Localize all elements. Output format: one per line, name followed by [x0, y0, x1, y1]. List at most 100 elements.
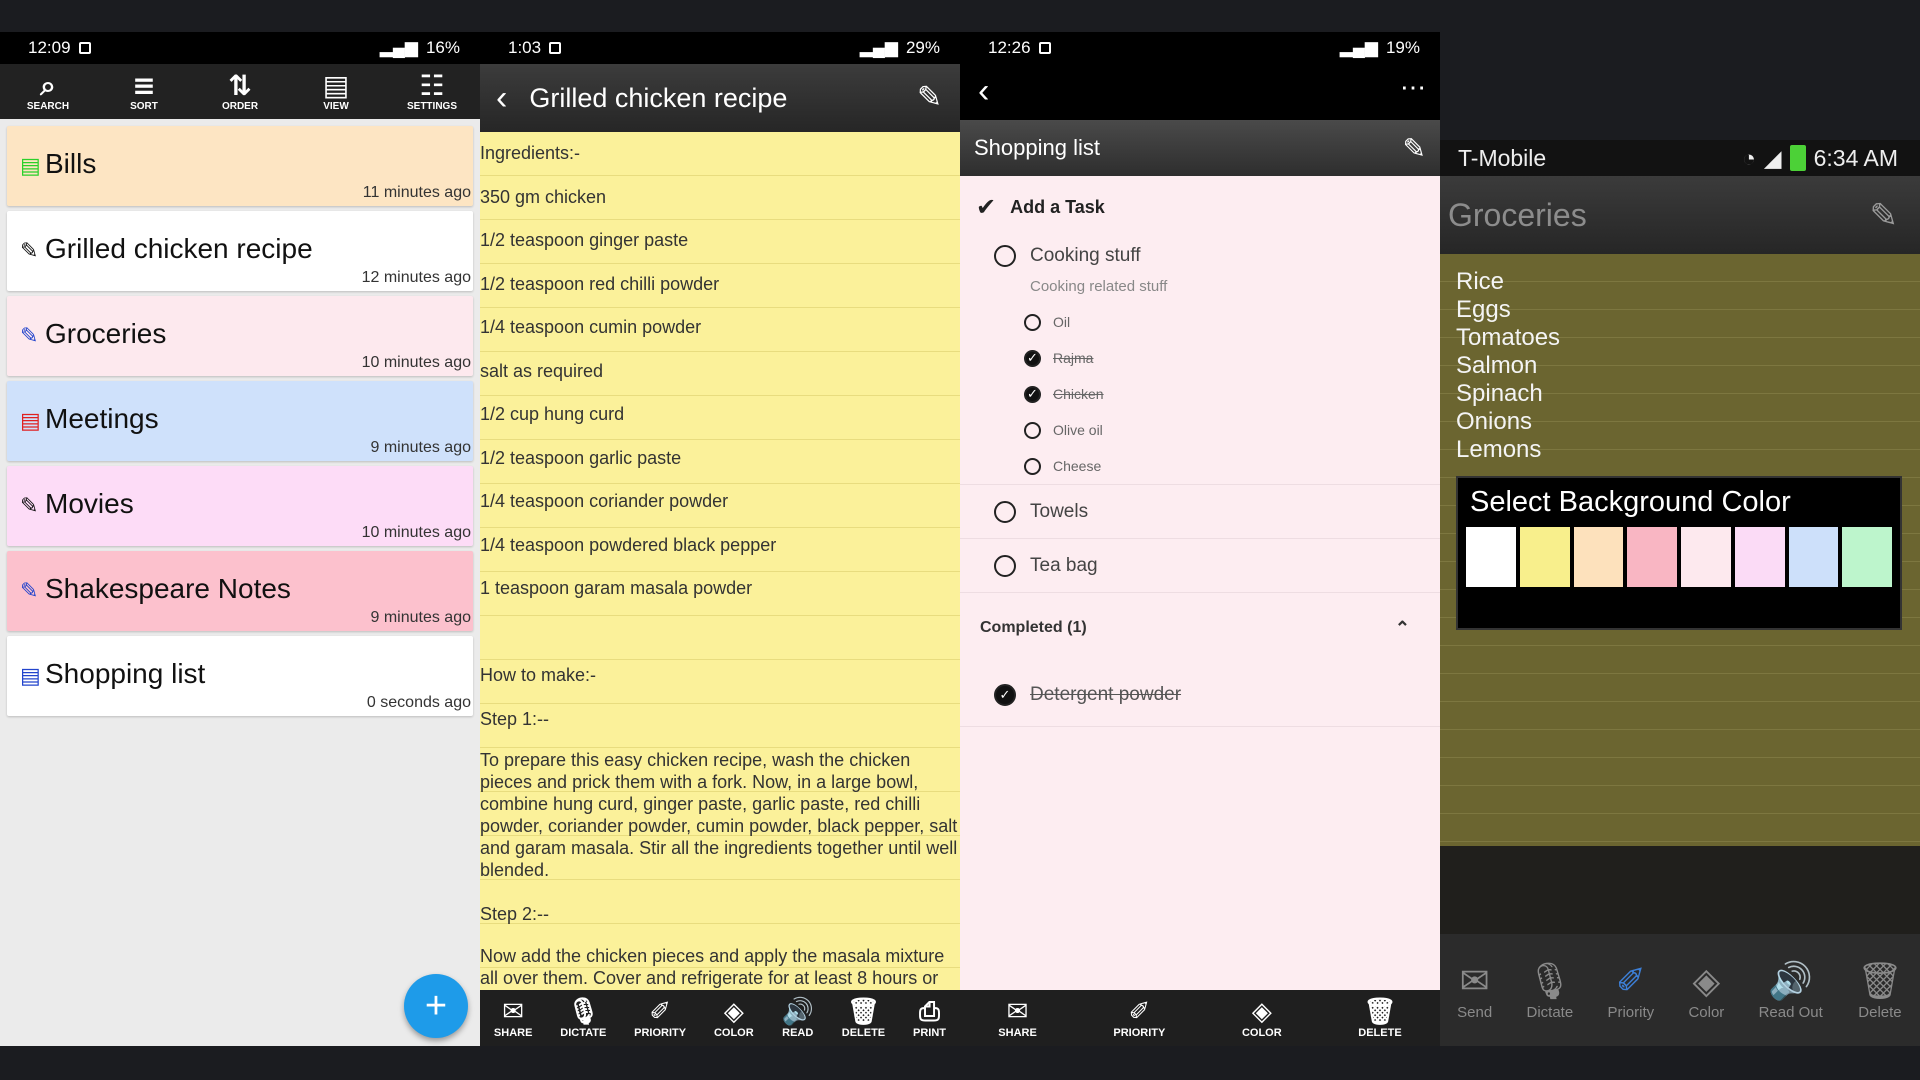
print-button[interactable]: ⎙ PRINT	[913, 997, 946, 1039]
delete-button[interactable]: 🗑 DELETE	[1358, 997, 1401, 1039]
note-body[interactable]: Ingredients:- 350 gm chicken 1/2 teaspoon …	[480, 132, 960, 1016]
color-button[interactable]: ◈ Color	[1688, 960, 1724, 1021]
note-line	[480, 611, 960, 655]
share-icon: ✉	[1006, 997, 1029, 1027]
button-label: Send	[1457, 1003, 1493, 1021]
read-out-button[interactable]: 🔊 Read Out	[1759, 960, 1823, 1021]
edit-icon[interactable]: ✎	[1403, 132, 1426, 165]
note-item[interactable]: ✎ Movies 10 minutes ago	[7, 466, 473, 546]
checklist-icon: ▤	[20, 664, 41, 689]
note-item[interactable]: ▤ Meetings 9 minutes ago	[7, 381, 473, 461]
task-tea-bag[interactable]: Tea bag	[960, 539, 1440, 593]
more-options-icon[interactable]: ⋯	[1400, 72, 1426, 103]
priority-button[interactable]: ✐ Priority	[1607, 960, 1654, 1021]
search-button[interactable]: ⌕ SEARCH	[13, 71, 83, 113]
task-title: Towels	[1030, 500, 1089, 522]
chevron-up-icon[interactable]: ⌃	[1395, 618, 1410, 639]
delete-button[interactable]: 🗑 Delete	[1857, 960, 1903, 1021]
dialog-title: Select Background Color	[1470, 486, 1791, 518]
order-button[interactable]: ⇅ ORDER	[205, 71, 275, 113]
subtask-item[interactable]: Olive oil	[960, 412, 1440, 448]
edit-icon[interactable]: ✎	[917, 80, 942, 115]
share-button[interactable]: ✉ SHARE	[494, 997, 533, 1039]
unchecked-icon[interactable]	[1024, 313, 1041, 331]
color-button[interactable]: ◈ COLOR	[714, 997, 754, 1039]
color-swatch[interactable]	[1734, 527, 1785, 587]
note-title: Shopping list	[45, 658, 206, 689]
color-swatch[interactable]	[1627, 527, 1677, 587]
unchecked-icon[interactable]	[1024, 457, 1041, 475]
color-swatch[interactable]	[1681, 527, 1731, 587]
delete-button[interactable]: 🗑 DELETE	[842, 997, 885, 1039]
groceries-legacy-screen: T-Mobile ◔ ◢ 6:34 AM Groceries ✎ Rice Egg…	[1440, 140, 1920, 1046]
color-button[interactable]: ◈ COLOR	[1242, 997, 1282, 1039]
status-bar-3: 12:26 ▂▄▆ 19%	[960, 32, 1440, 64]
completed-section-header[interactable]: Completed (1) ⌃	[960, 593, 1440, 663]
settings-button[interactable]: ☷ SETTINGS	[397, 71, 467, 113]
settings-label: SETTINGS	[406, 101, 457, 112]
note-line: salt as required	[480, 360, 604, 381]
grocery-list: Rice Eggs Tomatoes Salmon Spinach Onions Lemon…	[1456, 268, 1904, 464]
task-cooking-stuff[interactable]: Cooking stuff	[960, 238, 1440, 274]
completed-task[interactable]: ✓ Detergent powder	[960, 663, 1440, 727]
button-label: Read Out	[1758, 1003, 1823, 1021]
view-button[interactable]: ▤ VIEW	[301, 71, 371, 113]
task-checkbox[interactable]	[994, 554, 1016, 577]
color-swatch[interactable]	[1842, 527, 1892, 587]
subtask-item[interactable]: ✓ Rajma	[960, 340, 1440, 376]
signal-icon: ▂▄▆	[379, 38, 418, 57]
status-time: 1:03	[508, 38, 542, 57]
color-swatch[interactable]	[1788, 527, 1839, 587]
button-label: READ	[782, 1027, 814, 1039]
task-checkbox[interactable]	[994, 245, 1016, 267]
note-item[interactable]: ▤ Bills 11 minutes ago	[7, 126, 473, 206]
note-item[interactable]: ▤ Shopping list 0 seconds ago	[7, 636, 473, 716]
add-task-button[interactable]: ✔ Add a Task	[960, 176, 1440, 238]
notification-icon	[549, 42, 562, 54]
note-item[interactable]: ✎ Groceries 10 minutes ago	[7, 296, 473, 376]
note-line: 1/4 teaspoon powdered black pepper	[480, 534, 777, 555]
subtask-item[interactable]: ✓ Chicken	[960, 376, 1440, 412]
share-button[interactable]: ✉ SHARE	[998, 997, 1037, 1039]
task-checkbox[interactable]	[994, 500, 1016, 523]
grocery-item: Eggs	[1456, 296, 1511, 323]
checked-icon[interactable]: ✓	[1024, 385, 1041, 403]
subtask-item[interactable]: Oil	[960, 304, 1440, 340]
task-title: Detergent powder	[1030, 683, 1182, 705]
priority-button[interactable]: ✐ PRIORITY	[634, 997, 686, 1039]
pencil-icon[interactable]: ✎	[1870, 196, 1899, 236]
priority-button[interactable]: ✐ PRIORITY	[1113, 997, 1165, 1039]
note-line: 350 gm chicken	[480, 186, 607, 207]
dictate-button[interactable]: 🎙 DICTATE	[560, 997, 606, 1039]
subtask-list: Oil ✓ Rajma ✓ Chicken Olive oil Cheese	[960, 304, 1440, 484]
button-label: SHARE	[998, 1027, 1037, 1039]
subtask-item[interactable]: Cheese	[960, 448, 1440, 484]
note-timestamp: 9 minutes ago	[370, 609, 471, 626]
pencil-icon: ✎	[20, 579, 39, 604]
status-bar-2: 1:03 ▂▄▆ 29%	[480, 32, 960, 64]
add-task-label: Add a Task	[1010, 196, 1105, 217]
note-item[interactable]: ✎ Shakespeare Notes 9 minutes ago	[7, 551, 473, 631]
add-note-button[interactable]: +	[404, 974, 468, 1038]
color-swatch[interactable]	[1466, 527, 1516, 587]
note-item[interactable]: ✎ Grilled chicken recipe 12 minutes ago	[7, 211, 473, 291]
sort-button[interactable]: ≡ SORT	[109, 71, 179, 113]
task-towels[interactable]: Towels	[960, 485, 1440, 539]
top-bar: ‹ ⋯	[960, 64, 1440, 120]
checked-icon[interactable]: ✓	[1024, 349, 1041, 367]
note-line: 1/2 teaspoon garlic paste	[480, 447, 682, 468]
select-color-dialog: Select Background Color	[1456, 476, 1902, 630]
send-button[interactable]: ✉ Send	[1457, 960, 1492, 1021]
button-label: SHARE	[493, 1027, 533, 1039]
dictate-button[interactable]: 🎙 Dictate	[1526, 960, 1573, 1021]
color-swatch[interactable]	[1519, 527, 1570, 587]
back-arrow-icon[interactable]: ‹	[496, 79, 507, 118]
back-arrow-icon[interactable]: ‹	[978, 72, 989, 111]
color-swatch[interactable]	[1573, 527, 1624, 587]
read-button[interactable]: 🔊 READ	[782, 997, 814, 1039]
unchecked-icon[interactable]	[1024, 421, 1041, 439]
status-time: 12:09	[28, 38, 71, 57]
printer-icon: ⎙	[919, 997, 940, 1027]
checked-icon[interactable]: ✓	[994, 683, 1016, 706]
note-body[interactable]: Rice Eggs Tomatoes Salmon Spinach Onions Lemon…	[1440, 254, 1920, 846]
